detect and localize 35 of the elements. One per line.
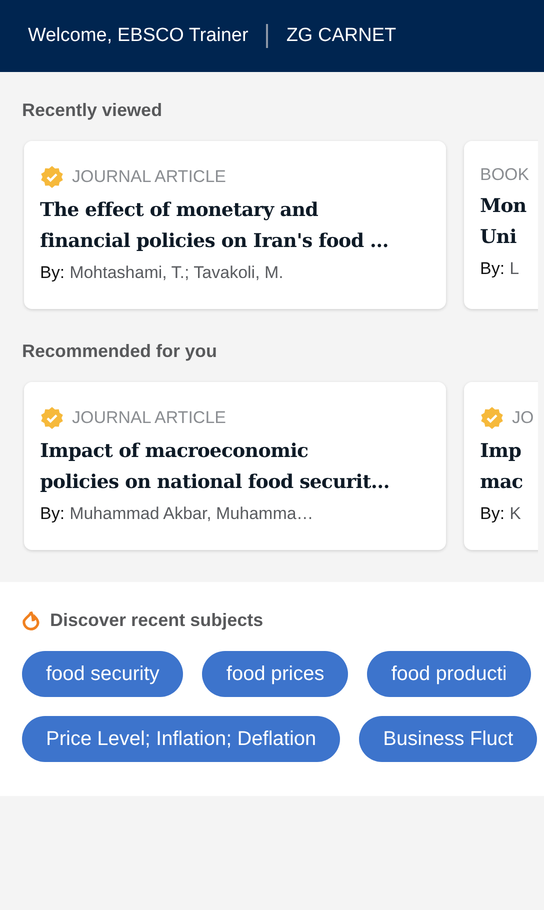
article-title: mac [480, 470, 524, 495]
author-names: Muhammad Akbar, Muhamma… [70, 504, 314, 524]
article-title: Mon [480, 194, 528, 219]
by-label: By: [40, 504, 65, 524]
flame-icon [22, 610, 40, 630]
author-names: L [510, 259, 520, 279]
subject-chip[interactable]: food security [22, 651, 184, 697]
section-title: Recently viewed [22, 100, 164, 121]
article-card[interactable]: JOURNAL ARTICLE The effect of monetary and financial policies on Iran's food … By: Mohtashami, T.; Tavakoli, M. [24, 141, 446, 309]
author-names: K [510, 504, 521, 524]
article-card[interactable]: JO Imp mac By: K [464, 382, 538, 550]
document-type: JO [512, 408, 534, 428]
article-card[interactable]: BOOK Mon Uni By: L [464, 141, 538, 309]
welcome-text: Welcome, EBSCO Trainer [28, 25, 248, 47]
institution-name: ZG CARNET [286, 25, 396, 47]
document-type: JOURNAL ARTICLE [72, 408, 226, 428]
author-names: Mohtashami, T.; Tavakoli, M. [70, 263, 284, 283]
section-title: Recommended for you [22, 341, 218, 362]
article-title: Uni [480, 225, 518, 250]
subject-chip[interactable]: Business Fluct [359, 716, 538, 762]
document-type: BOOK [480, 165, 530, 185]
section-title: Discover recent subjects [50, 610, 264, 631]
article-title: policies on national food securit… [40, 470, 390, 495]
subject-chip[interactable]: food producti [367, 651, 531, 697]
document-type: JOURNAL ARTICLE [72, 167, 226, 187]
article-title: The effect of monetary and [40, 198, 320, 223]
by-label: By: [40, 263, 65, 283]
by-label: By: [480, 504, 505, 524]
subject-chip[interactable]: food prices [202, 651, 348, 697]
article-title: Imp [480, 439, 522, 464]
article-title: Impact of macroeconomic [40, 439, 310, 464]
by-label: By: [480, 259, 505, 279]
article-title: financial policies on Iran's food … [40, 229, 390, 254]
article-card[interactable]: JOURNAL ARTICLE Impact of macroeconomic policies on national food securit… By: Muhammad Akbar, Muhamma… [24, 382, 446, 550]
subject-chip[interactable]: Price Level; Inflation; Deflation [22, 716, 340, 762]
